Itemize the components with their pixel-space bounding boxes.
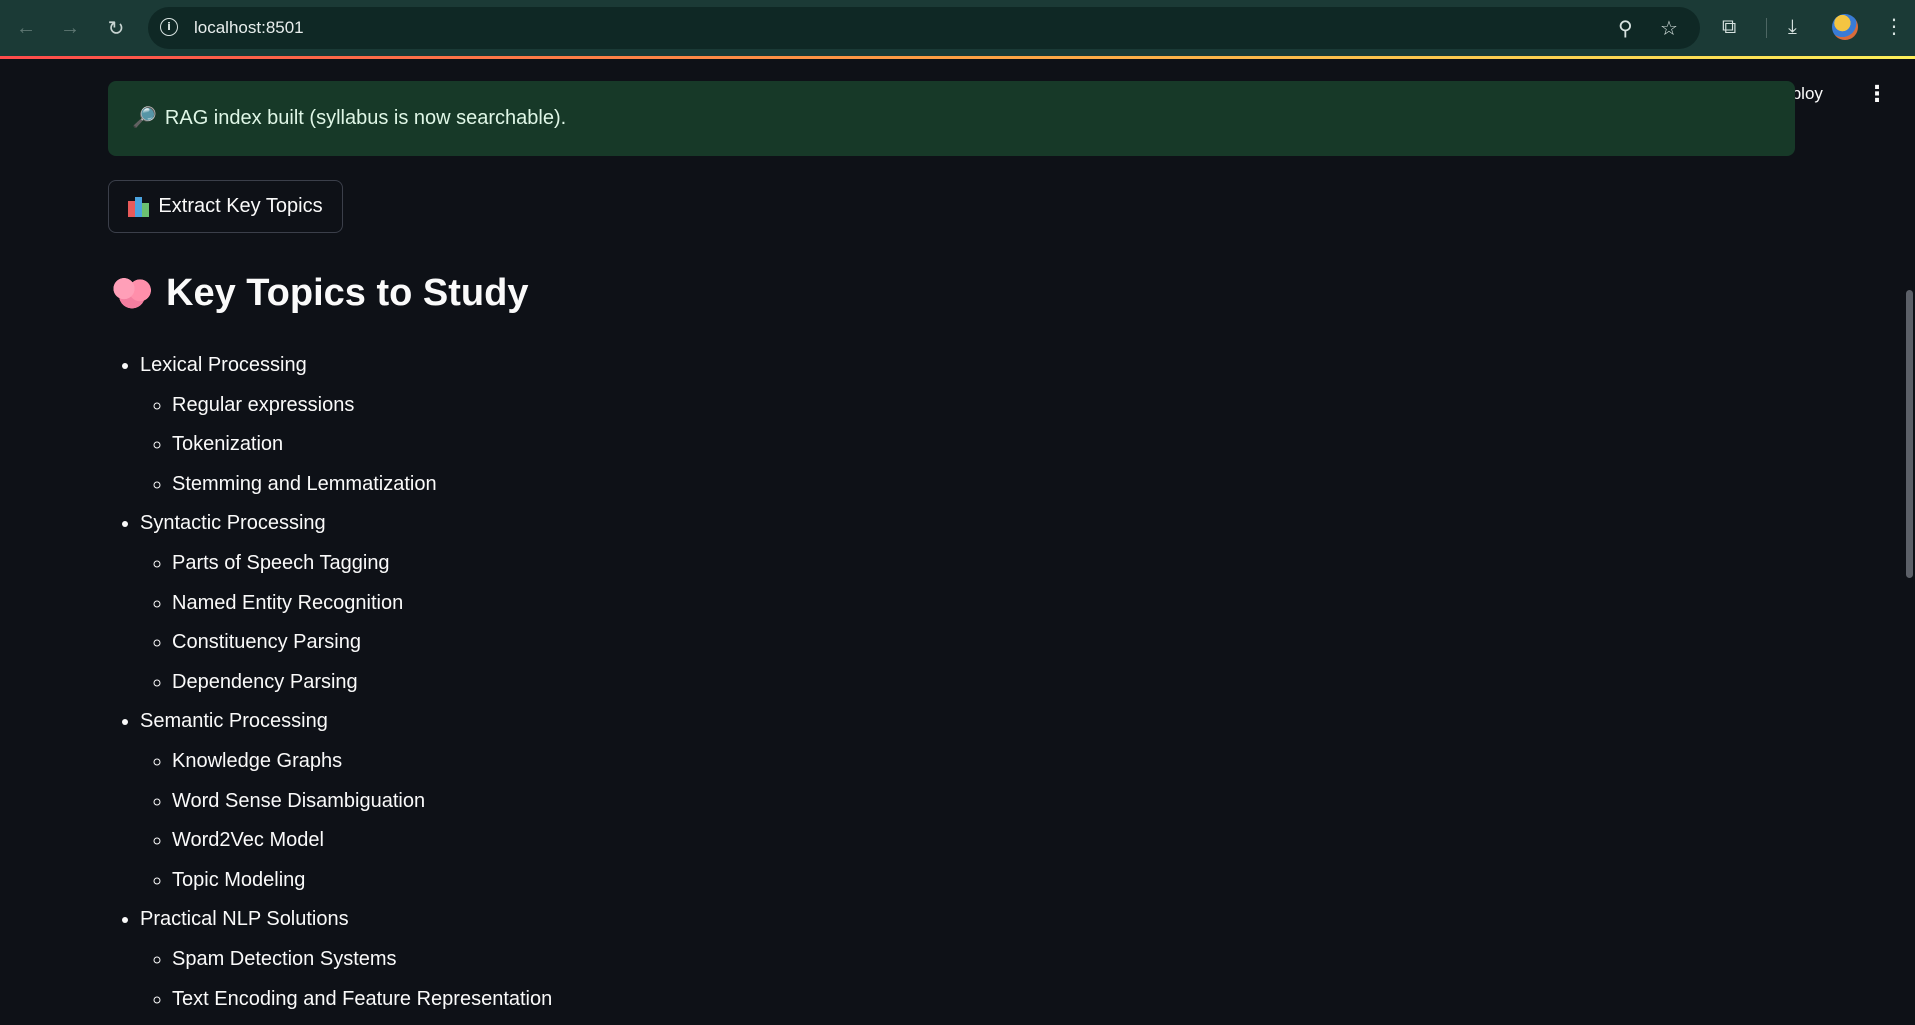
main-menu-icon[interactable]: ⋮ (1866, 82, 1888, 107)
kebab-icon[interactable]: ⋮ (1884, 14, 1904, 38)
list-item: Topic Modeling (172, 861, 552, 901)
list-item: Constituency Parsing (172, 623, 552, 663)
reload-button[interactable]: ↻ (102, 14, 130, 42)
topic-title: Semantic Processing (140, 710, 328, 733)
magnifier-icon: 🔎 (132, 105, 157, 129)
puzzle-icon[interactable]: ⧉ (1722, 14, 1736, 38)
scrollbar[interactable] (1906, 290, 1913, 578)
list-item: Text Encoding and Feature Representation (172, 980, 552, 1020)
brain-icon (112, 275, 152, 309)
success-text: RAG index built (syllabus is now searcha… (164, 107, 567, 129)
list-item: Word2Vec Model (172, 821, 552, 861)
list-item: Parts of Speech Tagging (172, 544, 552, 584)
topics-list: Lexical Processing Regular expressions T… (112, 346, 552, 1019)
list-item: Dependency Parsing (172, 663, 552, 703)
url-text[interactable]: localhost:8501 (194, 18, 304, 38)
topic-title: Syntactic Processing (140, 512, 326, 535)
page-title-text: Key Topics to Study (166, 272, 529, 314)
books-icon (128, 196, 150, 217)
back-button[interactable]: ← (12, 14, 40, 42)
subtopic-list: Regular expressions Tokenization Stemmin… (140, 386, 552, 505)
arrow-right-icon: → (60, 16, 80, 39)
list-item: Semantic Processing Knowledge Graphs Wor… (140, 702, 552, 900)
list-item: Lexical Processing Regular expressions T… (140, 346, 552, 504)
topic-title: Lexical Processing (140, 354, 307, 376)
subtopic-list: Spam Detection Systems Text Encoding and… (140, 940, 552, 1019)
list-item: Named Entity Recognition (172, 584, 552, 624)
page-title: Key Topics to Study (112, 272, 528, 315)
download-icon[interactable]: ⤓ (1788, 14, 1797, 38)
subtopic-list: Parts of Speech Tagging Named Entity Rec… (140, 544, 552, 702)
star-icon[interactable]: ☆ (1660, 16, 1678, 40)
reload-icon: ↻ (107, 17, 125, 40)
topic-title: Practical NLP Solutions (140, 908, 349, 931)
list-item: Tokenization (172, 425, 552, 465)
list-item: Practical NLP Solutions Spam Detection S… (140, 900, 552, 1019)
list-item: Regular expressions (172, 386, 552, 426)
forward-button[interactable]: → (56, 14, 84, 42)
list-item: Knowledge Graphs (172, 742, 552, 782)
app-decoration-bar (0, 56, 1915, 59)
list-item: Syntactic Processing Parts of Speech Tag… (140, 504, 552, 702)
success-alert: 🔎 RAG index built (syllabus is now search… (108, 81, 1795, 156)
toolbar-divider (1766, 18, 1767, 38)
browser-toolbar: ← → ↻ i localhost:8501 ⚲ ☆ ⧉ ⤓ ⋮ (0, 0, 1915, 56)
info-icon[interactable]: i (160, 18, 178, 36)
extract-key-topics-button[interactable]: Extract Key Topics (108, 180, 343, 233)
extract-button-label: Extract Key Topics (158, 195, 323, 217)
arrow-left-icon: ← (16, 16, 36, 39)
list-item: Word Sense Disambiguation (172, 782, 552, 822)
zoom-icon[interactable]: ⚲ (1618, 16, 1633, 40)
list-item: Spam Detection Systems (172, 940, 552, 980)
address-bar[interactable]: i localhost:8501 ⚲ ☆ (148, 7, 1700, 49)
avatar[interactable] (1832, 14, 1858, 40)
list-item: Stemming and Lemmatization (172, 465, 552, 505)
subtopic-list: Knowledge Graphs Word Sense Disambiguati… (140, 742, 552, 900)
